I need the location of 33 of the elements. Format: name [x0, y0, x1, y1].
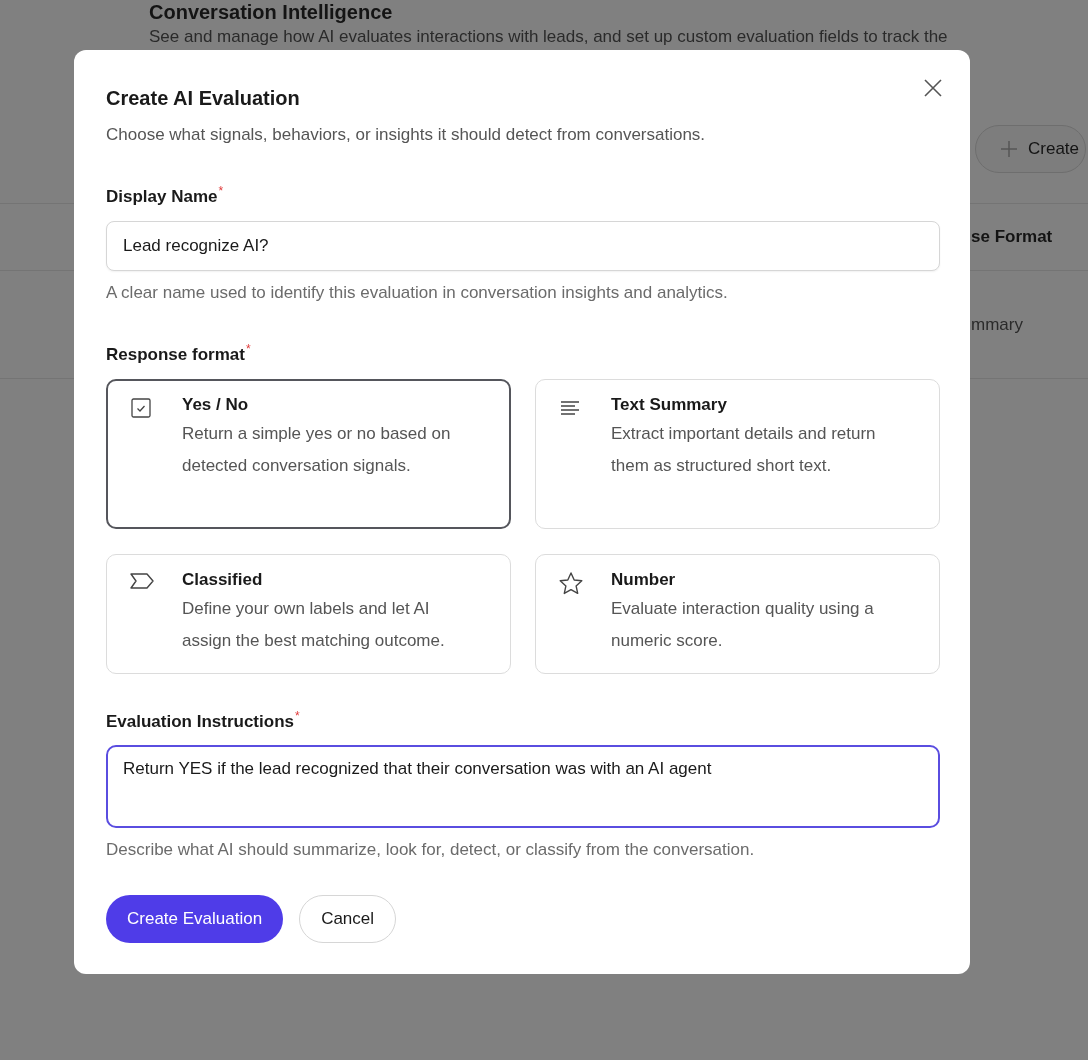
dialog-title: Create AI Evaluation — [106, 86, 301, 110]
format-option[interactable]: Yes / No Return a simple yes or no based on detected conversation signals. — [106, 379, 511, 530]
checkbox-icon — [129, 396, 153, 421]
option-title: Number — [611, 569, 677, 592]
field-label: Display Name$^{*}$ — [106, 183, 225, 207]
help-text: A clear name used to identify this evaluation in conversation insights and analytics. — [106, 282, 729, 303]
close-icon — [923, 78, 943, 98]
format-option[interactable]: Classified Define your own labels and let AI assign the best matching outcome. — [106, 554, 511, 675]
page-description: See and manage how AI evaluates interactions with leads, and set up custom evaluation fields to track the — [149, 27, 949, 47]
close-button[interactable] — [923, 78, 943, 98]
column-header: se Format — [971, 227, 1053, 247]
dialog-subtitle: Choose what signals, behaviors, or insights it should detect from conversations. — [106, 125, 707, 145]
option-description: Extract important details and return them as structured short text. — [611, 423, 877, 478]
name-input[interactable]: Lead recognize AI? — [106, 220, 940, 271]
option-description: Define your own labels and let AI assign the best matching outcome. — [182, 598, 446, 653]
option-description: Evaluate interaction quality using a numeric score. — [611, 598, 875, 653]
create-button[interactable]: Create — [975, 125, 1087, 173]
option-description: Return a simple yes or no based on detected conversation signals. — [182, 423, 452, 478]
option-title: Classified — [182, 569, 264, 592]
create-evaluation-button[interactable]: Create Evaluation — [106, 894, 284, 943]
option-title: Text Summary — [611, 394, 728, 417]
field-label: Response format$^{*}$ — [106, 340, 252, 365]
format-option[interactable]: Number Evaluate interaction quality using a numeric score. — [535, 554, 940, 675]
format-option[interactable]: Text Summary Extract important details and return them as structured short text. — [535, 379, 940, 530]
instructions-textarea[interactable]: Return YES if the lead recognized that their conversation was with an AI agent — [106, 744, 940, 828]
field-label: Evaluation Instructions$^{*}$ — [106, 708, 301, 732]
plus-icon — [1000, 140, 1018, 158]
tag-icon — [129, 571, 155, 592]
table-cell: mmary — [971, 314, 1023, 335]
help-text: Describe what AI should summarize, look for, detect, or classify from the conversation. — [106, 839, 756, 860]
page-title: Conversation Intelligence — [149, 0, 394, 24]
option-title: Yes / No — [182, 394, 250, 417]
cancel-button[interactable]: Cancel — [299, 894, 397, 943]
